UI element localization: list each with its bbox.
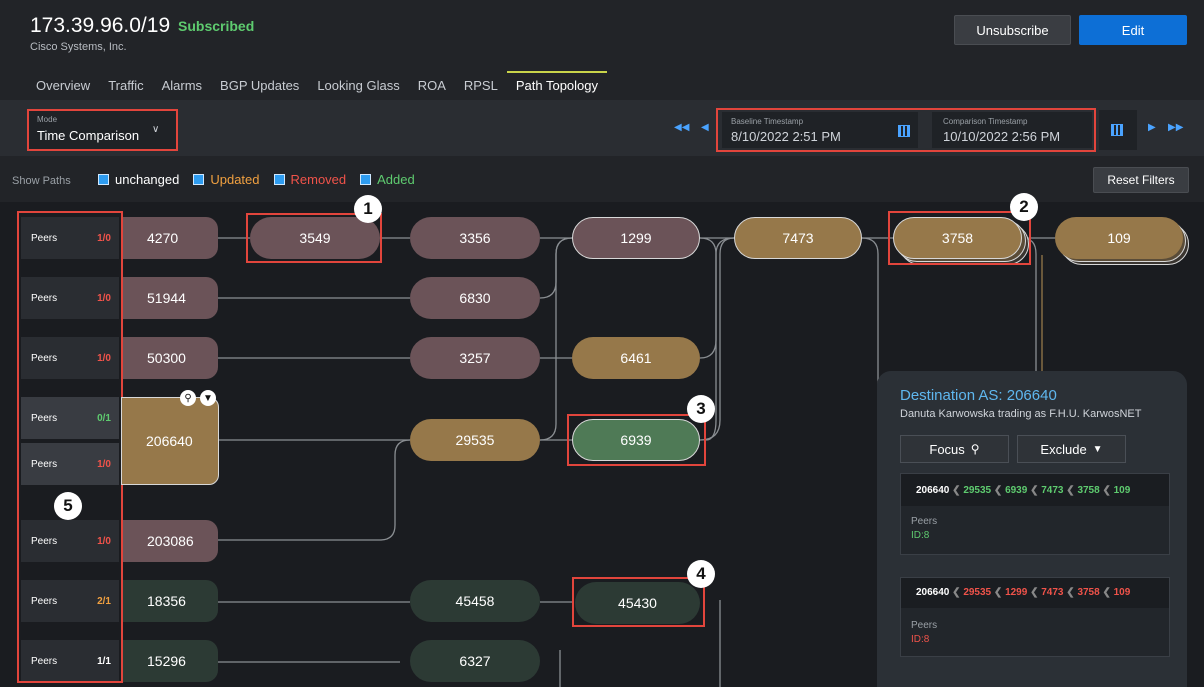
destination-org: Danuta Karwowska trading as F.H.U. Karwo… (900, 408, 1142, 420)
as-node-109[interactable]: 109 (1055, 217, 1183, 259)
as-node-6830[interactable]: 6830 (410, 277, 540, 319)
path-arrow-icon: ❮ (1063, 485, 1078, 496)
path-arrow-icon: ❮ (1027, 485, 1042, 496)
path-arrow-icon: ❮ (1099, 587, 1114, 598)
callout-marker-1: 1 (354, 195, 382, 223)
path-asn: 109 (1113, 587, 1131, 598)
path-asn: 1299 (1005, 587, 1028, 598)
card-id: ID:8 (911, 634, 930, 645)
path-asn: 109 (1113, 485, 1131, 496)
as-node-3257[interactable]: 3257 (410, 337, 540, 379)
as-node-206640[interactable]: 206640 (121, 397, 219, 485)
path-asn: 3758 (1077, 587, 1100, 598)
path-asn: 206640 (916, 485, 950, 496)
highlight-box (567, 414, 706, 466)
path-asn: 7473 (1041, 485, 1064, 496)
as-node-6327[interactable]: 6327 (410, 640, 540, 682)
path-sequence: 206640 ❮ 29535 ❮ 1299 ❮ 7473 ❮ 3758 ❮ 10… (916, 587, 1130, 598)
path-asn: 7473 (1041, 587, 1064, 598)
destination-title: Destination AS: 206640 (900, 387, 1057, 404)
exclude-button[interactable]: Exclude ▼ (1017, 435, 1126, 463)
as-node-50300[interactable]: 50300 (123, 337, 218, 379)
highlight-box (572, 577, 705, 627)
path-sequence: 206640 ❮ 29535 ❮ 6939 ❮ 7473 ❮ 3758 ❮ 10… (916, 485, 1130, 496)
path-arrow-icon: ❮ (991, 485, 1006, 496)
as-node-4270[interactable]: 4270 (123, 217, 218, 259)
focus-search-icon[interactable]: ⚲ (180, 390, 196, 406)
path-arrow-icon: ❮ (949, 485, 964, 496)
card-id: ID:8 (911, 530, 930, 541)
path-asn: 6939 (1005, 485, 1028, 496)
as-node-3356[interactable]: 3356 (410, 217, 540, 259)
callout-marker-4: 4 (687, 560, 715, 588)
path-asn: 3758 (1077, 485, 1100, 496)
as-node-203086[interactable]: 203086 (123, 520, 218, 562)
exclude-label: Exclude (1040, 441, 1087, 457)
as-node-15296[interactable]: 15296 (123, 640, 218, 682)
path-asn: 29535 (963, 587, 992, 598)
path-asn: 29535 (963, 485, 992, 496)
filter-icon[interactable]: ▼ (200, 390, 216, 406)
as-node-6461[interactable]: 6461 (572, 337, 700, 379)
as-node-18356[interactable]: 18356 (123, 580, 218, 622)
card-peers-label: Peers (911, 516, 938, 527)
as-node-7473[interactable]: 7473 (734, 217, 862, 259)
path-arrow-icon: ❮ (949, 587, 964, 598)
filter-icon: ▼ (1092, 443, 1103, 455)
search-icon: ⚲ (970, 442, 980, 456)
as-node-1299[interactable]: 1299 (572, 217, 700, 259)
as-node-51944[interactable]: 51944 (123, 277, 218, 319)
highlight-box (888, 211, 1031, 265)
as-node-45458[interactable]: 45458 (410, 580, 540, 622)
path-arrow-icon: ❮ (991, 587, 1006, 598)
callout-marker-3: 3 (687, 395, 715, 423)
path-arrow-icon: ❮ (1063, 587, 1078, 598)
card-peers-label: Peers (911, 620, 938, 631)
callout-marker-2: 2 (1010, 193, 1038, 221)
focus-label: Focus (929, 441, 965, 457)
focus-button[interactable]: Focus ⚲ (900, 435, 1009, 463)
peers-highlight-box (17, 211, 123, 683)
path-asn: 206640 (916, 587, 950, 598)
callout-marker-5: 5 (54, 492, 82, 520)
as-node-29535[interactable]: 29535 (410, 419, 540, 461)
path-arrow-icon: ❮ (1099, 485, 1114, 496)
path-arrow-icon: ❮ (1027, 587, 1042, 598)
